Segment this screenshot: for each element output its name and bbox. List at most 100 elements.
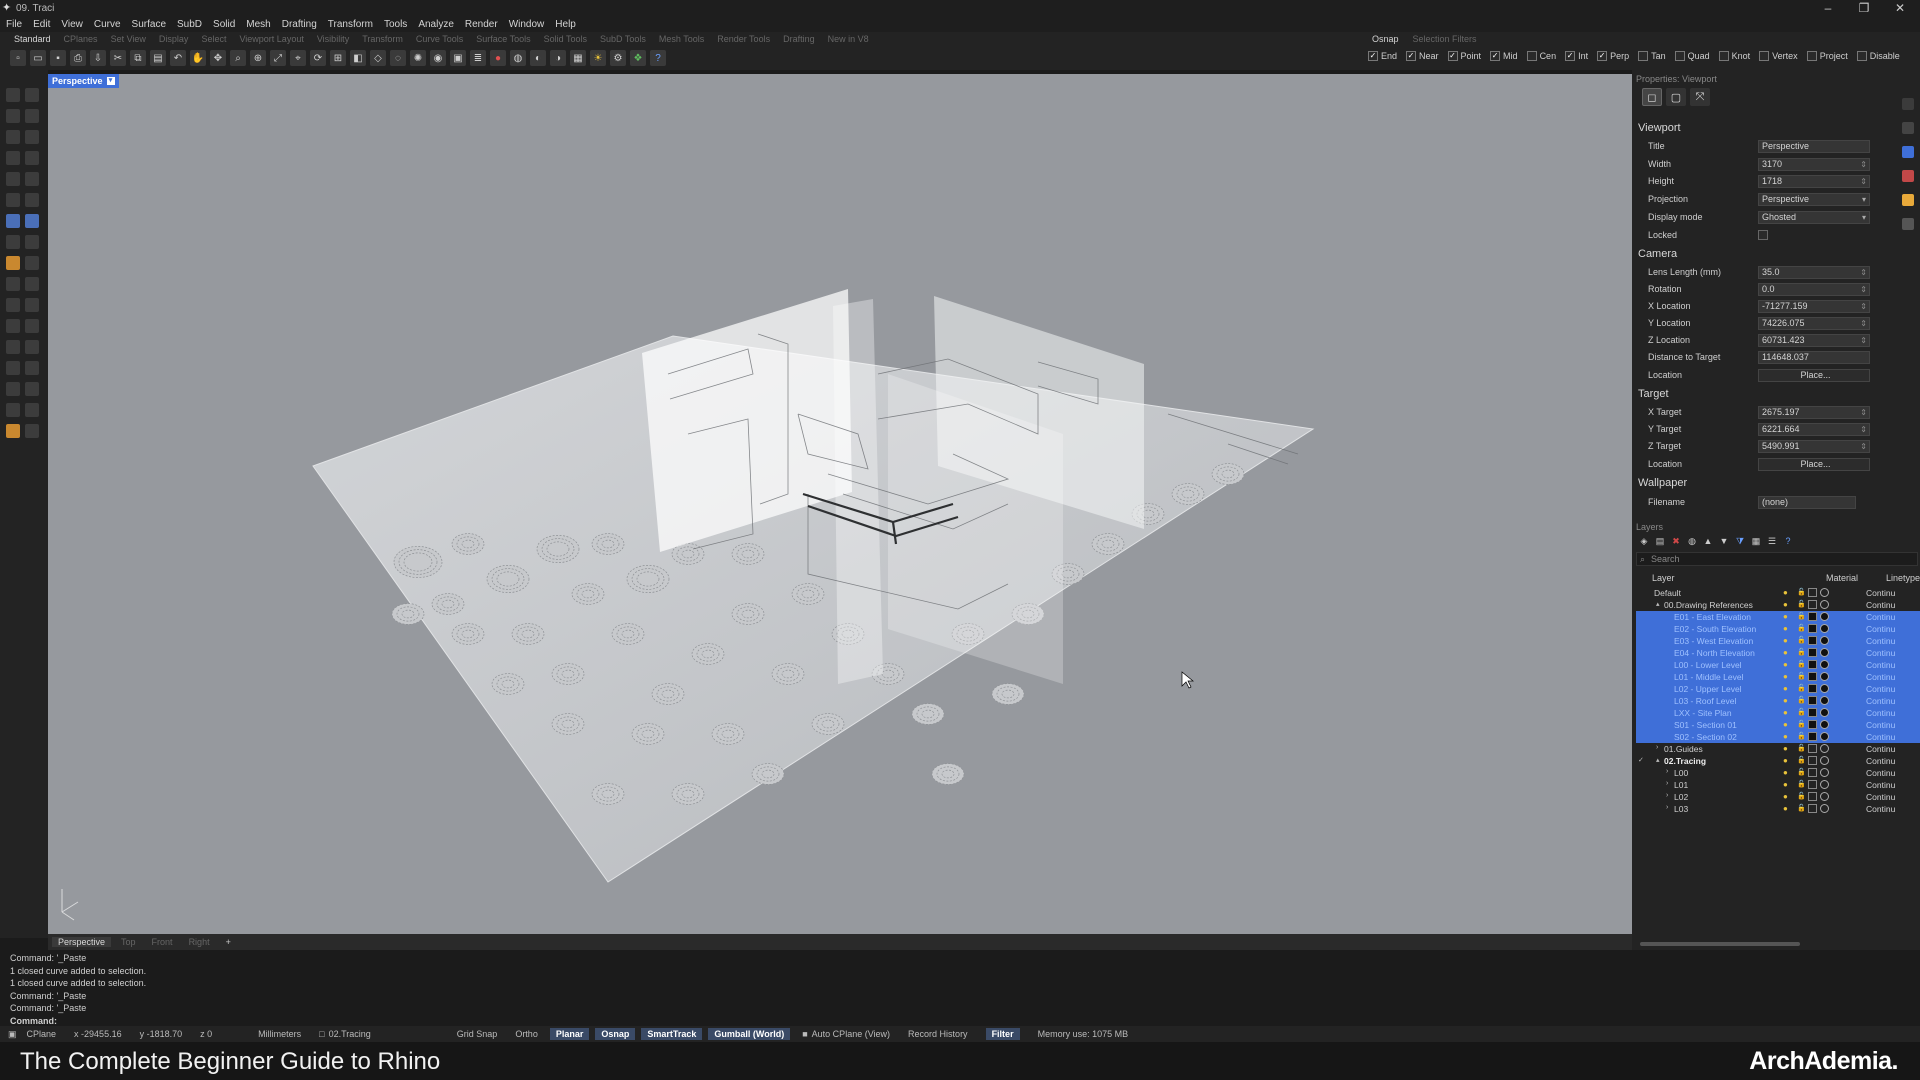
layer-row[interactable]: › L03 ● 🔓 Continu xyxy=(1636,803,1920,815)
menu-subd[interactable]: SubD xyxy=(177,19,202,30)
visibility-bulb-icon[interactable]: ● xyxy=(1783,768,1791,777)
osnap-checkbox[interactable]: ✓ xyxy=(1368,51,1378,61)
mirror-icon[interactable] xyxy=(6,382,20,396)
menu-help[interactable]: Help xyxy=(555,19,576,30)
layer-row[interactable]: ▴ 00.Drawing References ● 🔓 Continu xyxy=(1636,599,1920,611)
layer-linetype[interactable]: Continu xyxy=(1866,624,1895,634)
col-layer[interactable]: Layer xyxy=(1652,573,1675,583)
visibility-bulb-icon[interactable]: ● xyxy=(1783,792,1791,801)
zoom-icon[interactable]: ⌕ xyxy=(230,50,246,66)
polyline-icon[interactable] xyxy=(6,109,20,123)
layer-color-swatch[interactable] xyxy=(1808,708,1817,717)
array-icon[interactable] xyxy=(25,382,39,396)
material-swatch-icon[interactable] xyxy=(1820,708,1829,717)
material-swatch-icon[interactable] xyxy=(1820,720,1829,729)
tab-viewport-layout[interactable]: Viewport Layout xyxy=(239,34,303,44)
options-icon[interactable]: ⚙ xyxy=(610,50,626,66)
material-swatch-icon[interactable] xyxy=(1820,660,1829,669)
circle-icon[interactable] xyxy=(6,130,20,144)
layer-color-swatch[interactable] xyxy=(1808,792,1817,801)
help-icon[interactable]: ? xyxy=(650,50,666,66)
open-file-icon[interactable]: ▭ xyxy=(30,50,46,66)
tab-new-in-v8[interactable]: New in V8 xyxy=(828,34,869,44)
status-toggle-smarttrack[interactable]: SmartTrack xyxy=(641,1028,703,1040)
menu-curve[interactable]: Curve xyxy=(94,19,121,30)
osnap-project[interactable]: Project xyxy=(1806,51,1848,61)
tab-curve-tools[interactable]: Curve Tools xyxy=(416,34,463,44)
new-sublayer-icon[interactable]: ▤ xyxy=(1654,535,1666,547)
layer-color-swatch[interactable] xyxy=(1808,672,1817,681)
viewport-properties-tab-icon[interactable]: ◻ xyxy=(1642,88,1662,106)
layer-row[interactable]: Default ● 🔓 Continu xyxy=(1636,587,1920,599)
arc-icon[interactable] xyxy=(6,151,20,165)
layer-linetype[interactable]: Continu xyxy=(1866,612,1895,622)
osnap-checkbox[interactable] xyxy=(1806,51,1817,61)
lock-icon[interactable]: ▣ xyxy=(450,50,466,66)
hatch-icon[interactable] xyxy=(25,277,39,291)
visibility-bulb-icon[interactable]: ● xyxy=(1783,720,1791,729)
save-icon[interactable]: ▪ xyxy=(50,50,66,66)
osnap-int[interactable]: ✓ Int xyxy=(1565,51,1588,61)
layer-color-swatch[interactable] xyxy=(1808,768,1817,777)
layer-row[interactable]: L02 - Upper Level ● 🔓 Continu xyxy=(1636,683,1920,695)
visibility-bulb-icon[interactable]: ● xyxy=(1783,804,1791,813)
display-mode-icon[interactable]: ◑ xyxy=(550,50,566,66)
visibility-bulb-icon[interactable]: ● xyxy=(1783,696,1791,705)
tab-render-tools[interactable]: Render Tools xyxy=(717,34,770,44)
lock-icon[interactable]: 🔓 xyxy=(1797,708,1806,717)
menu-file[interactable]: File xyxy=(6,19,22,30)
lock-icon[interactable]: 🔓 xyxy=(1797,612,1806,621)
osnap-end[interactable]: ✓ End xyxy=(1368,51,1397,61)
status-current-layer[interactable]: 02.Tracing xyxy=(329,1029,371,1039)
four-view-icon[interactable]: ⊞ xyxy=(330,50,346,66)
osnap-checkbox[interactable] xyxy=(1856,51,1867,61)
layer-columns-icon[interactable]: ▦ xyxy=(1750,535,1762,547)
layer-linetype[interactable]: Continu xyxy=(1866,660,1895,670)
lock-icon[interactable]: 🔓 xyxy=(1797,804,1806,813)
visibility-bulb-icon[interactable]: ● xyxy=(1783,684,1791,693)
layer-color-swatch[interactable] xyxy=(1808,648,1817,657)
tab-select[interactable]: Select xyxy=(201,34,226,44)
x-target-field[interactable]: 2675.197 xyxy=(1758,406,1870,419)
status-auto-cplane[interactable]: Auto CPlane (View) xyxy=(812,1029,890,1039)
move-icon[interactable] xyxy=(6,340,20,354)
layer-color-swatch[interactable] xyxy=(1808,720,1817,729)
layer-linetype[interactable]: Continu xyxy=(1866,648,1895,658)
osnap-checkbox[interactable]: ✓ xyxy=(1490,51,1501,61)
tab-osnap[interactable]: Osnap xyxy=(1372,34,1399,44)
osnap-mid[interactable]: ✓ Mid xyxy=(1490,51,1518,61)
move-up-icon[interactable]: ▲ xyxy=(1702,535,1714,547)
layer-linetype[interactable]: Continu xyxy=(1866,744,1895,754)
expand-arrow-icon[interactable]: › xyxy=(1666,804,1668,811)
menu-solid[interactable]: Solid xyxy=(213,19,235,30)
layer-color-swatch[interactable] xyxy=(1808,780,1817,789)
block-icon[interactable] xyxy=(25,424,39,438)
visibility-bulb-icon[interactable]: ● xyxy=(1783,636,1791,645)
layer-row[interactable]: S01 - Section 01 ● 🔓 Continu xyxy=(1636,719,1920,731)
visibility-bulb-icon[interactable]: ● xyxy=(1783,780,1791,789)
layer-row[interactable]: › L02 ● 🔓 Continu xyxy=(1636,791,1920,803)
copy-icon[interactable] xyxy=(25,340,39,354)
explode-icon[interactable] xyxy=(25,319,39,333)
status-panel-icon[interactable]: ▣ xyxy=(8,1029,17,1040)
zoom-window-icon[interactable]: ⊕ xyxy=(250,50,266,66)
lock-icon[interactable]: 🔓 xyxy=(1797,792,1806,801)
layer-state-icon[interactable]: ◍ xyxy=(1686,535,1698,547)
lock-icon[interactable]: 🔓 xyxy=(1797,732,1806,741)
tab-standard[interactable]: Standard xyxy=(14,34,51,44)
osnap-knot[interactable]: Knot xyxy=(1718,51,1750,61)
rotate-view-icon[interactable]: ⟳ xyxy=(310,50,326,66)
visibility-bulb-icon[interactable]: ● xyxy=(1783,732,1791,741)
minimize-button[interactable]: – xyxy=(1810,0,1846,17)
layer-linetype[interactable]: Continu xyxy=(1866,588,1895,598)
new-file-icon[interactable]: ▫ xyxy=(10,50,26,66)
visibility-bulb-icon[interactable]: ● xyxy=(1783,648,1791,657)
material-swatch-icon[interactable] xyxy=(1820,744,1829,753)
osnap-near[interactable]: ✓ Near xyxy=(1406,51,1439,61)
sun-icon[interactable]: ☀ xyxy=(590,50,606,66)
layer-linetype[interactable]: Continu xyxy=(1866,720,1895,730)
object-properties-tab-icon[interactable]: ▢ xyxy=(1666,88,1686,106)
visibility-bulb-icon[interactable]: ● xyxy=(1783,708,1791,717)
offset-icon[interactable] xyxy=(6,172,20,186)
text-icon[interactable] xyxy=(25,256,39,270)
